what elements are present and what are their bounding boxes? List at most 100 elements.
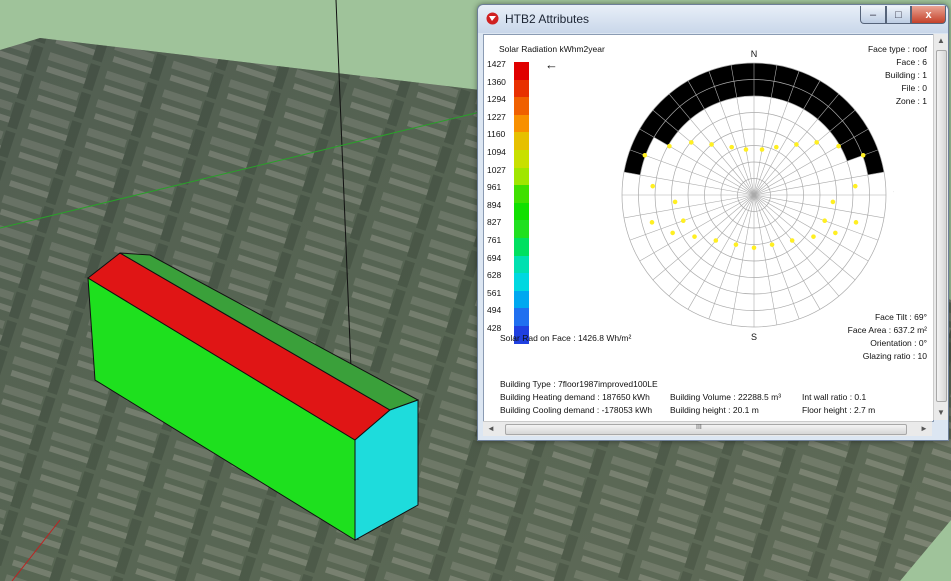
file-number: File : 0 [901,83,927,93]
scale-color-band [514,255,529,274]
scale-color-band [514,273,529,292]
sun-position-dot [759,147,765,152]
sun-position-dot [709,142,714,147]
building-height: Building height : 20.1 m [670,405,759,415]
vertical-scroll-thumb[interactable] [936,50,947,402]
scale-value-label: 827 [487,217,502,228]
horizontal-scrollbar[interactable]: ◄ III ► [483,421,932,436]
sun-path-polar-plot: NSEW [621,49,894,342]
sun-position-dot [689,140,694,145]
sun-position-dot [713,238,719,243]
sun-position-dot [830,199,836,205]
building-type: Building Type : 7floor1987improved100LE [500,379,658,389]
sun-position-dot [680,218,686,224]
close-button[interactable]: x [911,6,946,24]
sun-position-dot [811,234,816,239]
sun-position-dot [853,220,859,225]
scale-color-band [514,132,529,151]
sun-position-dot [649,220,655,225]
maximize-button[interactable]: □ [886,6,911,24]
scale-value-label: 1094 [487,147,506,157]
sun-position-dot [743,147,749,152]
scroll-grip-icon: III [696,424,702,431]
zone-number: Zone : 1 [895,96,927,106]
scale-color-band [514,238,529,257]
sun-position-dot [672,199,678,205]
scale-value-label: 961 [487,182,502,193]
sun-position-dot [833,230,838,236]
htb2-attributes-window: HTB2 Attributes – □ x Solar Radiation kW… [477,4,949,441]
window-title: HTB2 Attributes [505,12,590,26]
sun-position-dot [733,242,739,247]
scale-color-band [514,290,529,309]
building-number: Building : 1 [884,70,927,80]
face-number: Face : 6 [896,57,927,67]
sun-position-dot [650,183,656,189]
scale-value-label: 761 [487,235,502,245]
sun-position-dot [751,245,757,251]
scale-value-label: 561 [487,287,502,298]
scale-value-label: 1427 [487,59,506,69]
face-type: Face type : roof [867,44,927,54]
scale-color-band [514,150,529,169]
legend-title: Solar Radiation kWhm2year [499,44,605,54]
glazing-ratio: Glazing ratio : 10 [862,351,927,361]
scale-value-label: 1160 [487,129,506,140]
face-area: Face Area : 637.2 m² [847,325,927,335]
int-wall-ratio: Int wall ratio : 0.1 [802,392,867,402]
heating-demand: Building Heating demand : 187650 kWh [500,392,650,402]
orientation: Orientation : 0° [870,338,927,348]
scale-value-label: 494 [487,305,502,316]
scale-value-label: 428 [487,323,502,333]
scale-marker-arrow: ← [545,57,558,72]
horizontal-scroll-thumb[interactable]: III [505,424,907,435]
scroll-left-icon[interactable]: ◄ [487,424,495,433]
scale-color-band [514,167,529,186]
scroll-up-icon[interactable]: ▲ [937,36,945,45]
sun-position-dot [852,183,858,189]
sun-position-dot [789,238,795,243]
sun-position-dot [642,152,648,158]
sun-position-dot [729,144,734,150]
scale-color-band [514,114,529,133]
app-logo-icon [486,12,499,25]
scale-value-label: 694 [487,252,502,263]
scale-value-label: 894 [487,199,502,210]
sun-position-dot [769,242,775,247]
scale-color-band [514,97,529,116]
sun-position-dot [794,142,799,147]
compass-north-label: N [751,49,758,59]
cooling-demand: Building Cooling demand : -178053 kWh [500,405,653,415]
sun-position-dot [692,234,697,239]
face-tilt: Face Tilt : 69° [874,312,927,322]
shading-sector [624,129,654,175]
scroll-down-icon[interactable]: ▼ [937,408,945,417]
sun-position-dot [667,143,672,149]
scale-color-band [514,79,529,98]
sun-position-dot [822,218,828,224]
scale-value-label: 1360 [487,76,506,87]
scale-color-band [514,220,529,239]
minimize-button[interactable]: – [860,6,886,24]
attributes-panel: Solar Radiation kWhm2year 1427 1360 1294 12… [483,34,934,422]
scale-color-band [514,185,529,204]
floor-height: Floor height : 2.7 m [802,405,876,415]
scale-color-band [514,62,529,81]
scale-value-label: 1294 [487,94,506,105]
sun-position-dot [814,140,819,145]
solar-rad-on-face: Solar Rad on Face : 1426.8 Wh/m² [500,333,632,343]
scale-color-band [514,202,529,221]
building-volume: Building Volume : 22288.5 m³ [670,392,782,402]
window-titlebar[interactable]: HTB2 Attributes – □ x [478,5,948,33]
compass-south-label: S [751,332,757,342]
scale-value-label: 1027 [487,164,506,175]
sun-position-dot [836,143,841,149]
scale-value-label: 628 [487,270,502,281]
sun-position-dot [774,144,779,150]
sun-position-dot [670,230,675,236]
scale-value-label: 1227 [487,111,506,122]
scale-color-band [514,308,529,327]
scroll-right-icon[interactable]: ► [920,424,928,433]
sun-position-dot [860,152,866,158]
vertical-scrollbar[interactable]: ▲ ▼ [933,34,948,420]
